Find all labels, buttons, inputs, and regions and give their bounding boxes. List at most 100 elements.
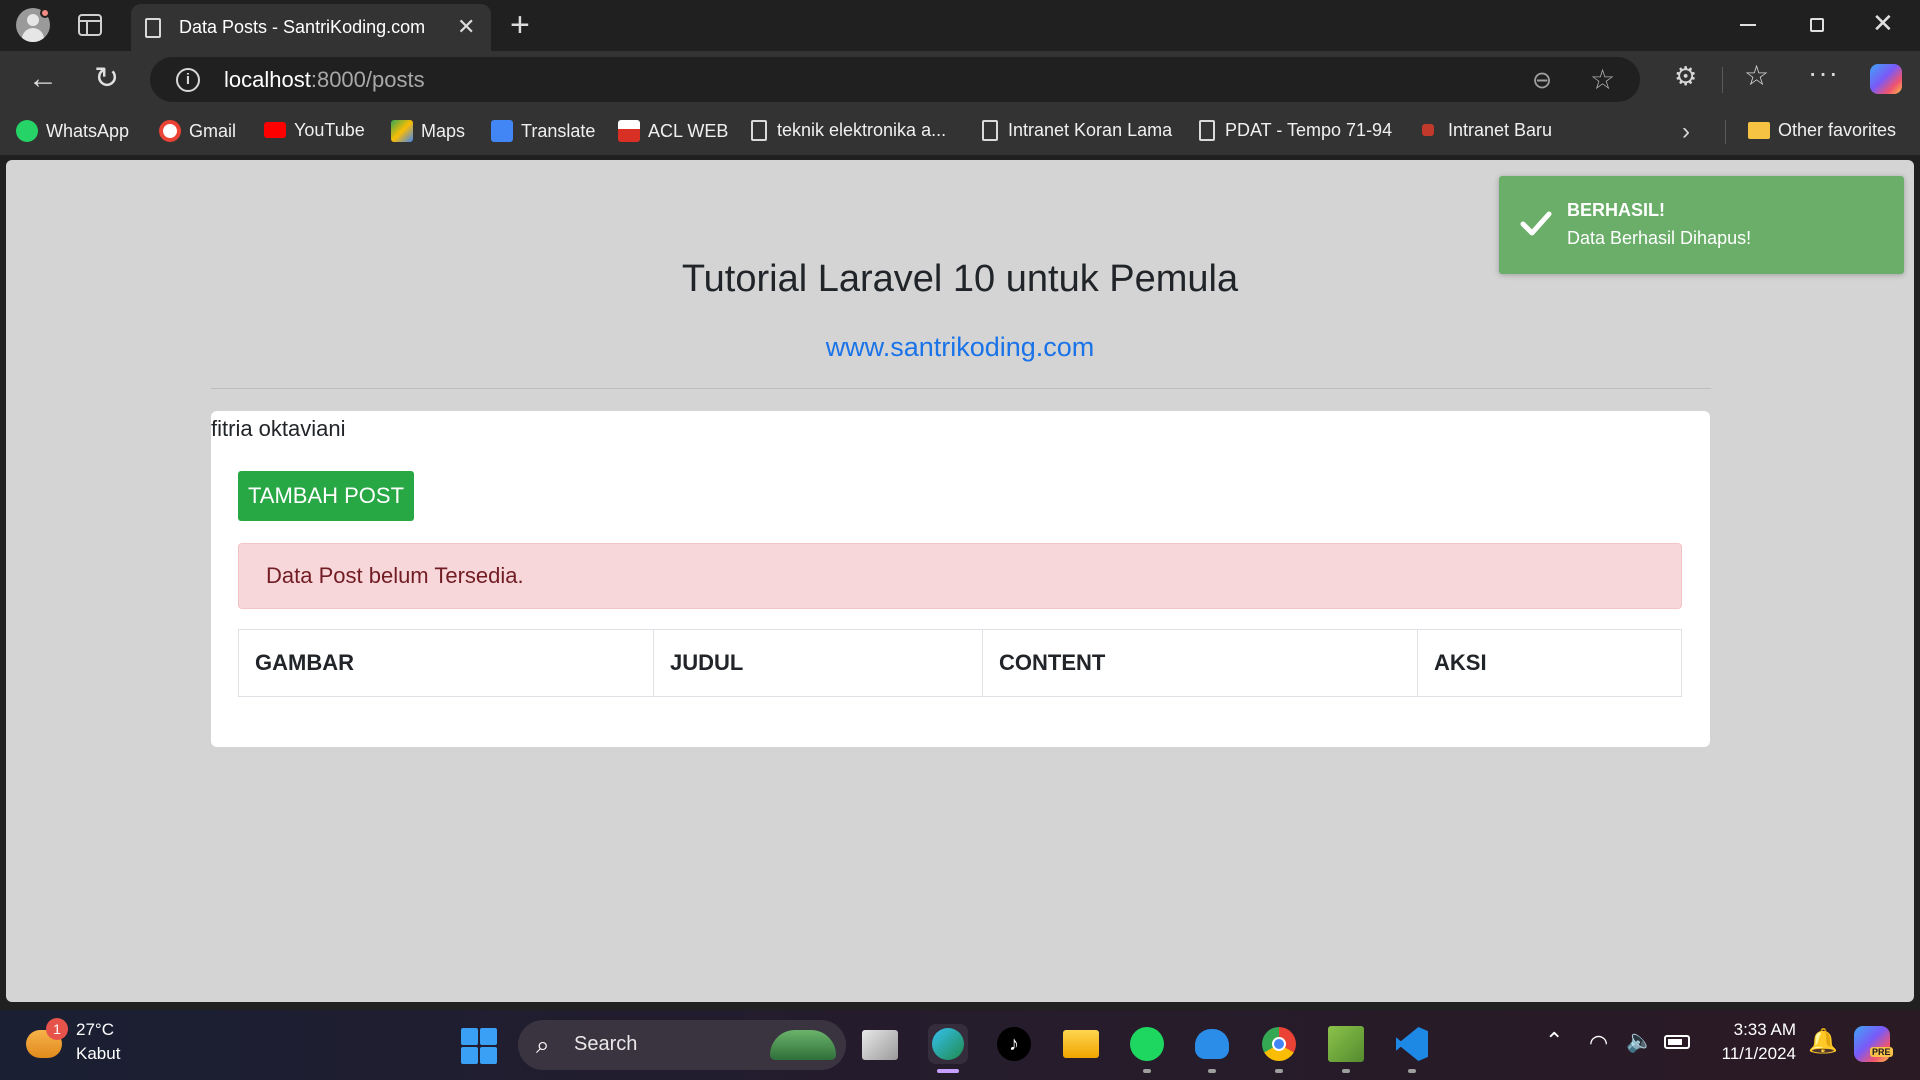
browser-toolbar: ← ↻ i localhost:8000/posts ⊖ ☆ ⚙ ☆ ···: [0, 51, 1920, 108]
bookmark-translate[interactable]: Translate: [491, 120, 595, 142]
add-post-button[interactable]: TAMBAH POST: [238, 471, 414, 521]
chrome-running-indicator: [1275, 1069, 1283, 1073]
notification-bell-icon[interactable]: 🔔: [1808, 1027, 1838, 1056]
search-label: Search: [574, 1033, 638, 1055]
bookmark-intranet-baru[interactable]: Intranet Baru: [1422, 120, 1552, 141]
translate-icon: [491, 120, 513, 142]
extensions-icon[interactable]: ⚙: [1674, 61, 1697, 92]
success-toast[interactable]: BERHASIL! Data Berhasil Dihapus!: [1499, 176, 1904, 274]
column-header-gambar: GAMBAR: [239, 630, 654, 696]
address-bar[interactable]: i localhost:8000/posts ⊖ ☆: [150, 57, 1640, 102]
toast-title: BERHASIL!: [1567, 200, 1665, 220]
checkmark-icon: [1520, 211, 1552, 236]
bookmark-gmail[interactable]: Gmail: [159, 120, 236, 142]
username-text: fitria oktaviani: [211, 416, 346, 441]
file-icon: [1199, 120, 1215, 141]
cloud-app-icon[interactable]: [1192, 1024, 1232, 1064]
url-path: :8000/posts: [310, 67, 425, 92]
site-info-icon[interactable]: i: [176, 68, 200, 92]
search-highlight-icon: [770, 1030, 836, 1060]
restore-icon[interactable]: [1810, 18, 1824, 32]
tray-overflow-chevron-icon[interactable]: ⌃: [1545, 1028, 1563, 1054]
whatsapp-icon: [16, 120, 38, 142]
more-menu-icon[interactable]: ···: [1808, 57, 1839, 89]
vscode-running-indicator: [1408, 1069, 1416, 1073]
copilot-icon[interactable]: [1870, 64, 1902, 94]
url-host: localhost: [224, 67, 311, 92]
start-windows-icon[interactable]: [461, 1028, 497, 1064]
file-icon: [982, 120, 998, 141]
bookmark-other-favorites[interactable]: Other favorites: [1748, 120, 1896, 141]
chrome-app-icon[interactable]: [1259, 1024, 1299, 1064]
bookmarks-divider: [1725, 120, 1726, 144]
copilot-pre-badge: PRE: [1870, 1047, 1893, 1057]
column-header-aksi: AKSI: [1434, 650, 1487, 675]
taskbar-search[interactable]: ⌕ Search: [518, 1020, 846, 1070]
reload-icon[interactable]: ↻: [94, 61, 119, 96]
weather-temperature[interactable]: 27°C: [76, 1020, 114, 1040]
weather-badge: 1: [46, 1018, 68, 1040]
maps-icon: [391, 120, 413, 142]
weather-condition[interactable]: Kabut: [76, 1044, 120, 1064]
file-explorer-icon[interactable]: [1061, 1024, 1101, 1064]
bookmark-maps[interactable]: Maps: [391, 120, 465, 142]
bookmarks-overflow-chevron-icon[interactable]: ›: [1682, 118, 1690, 146]
volume-icon[interactable]: 🔈: [1626, 1028, 1653, 1054]
bookmark-intranet-koran-lama[interactable]: Intranet Koran Lama: [982, 120, 1172, 141]
google-icon: [159, 120, 181, 142]
file-icon: [751, 120, 767, 141]
vscode-app-icon[interactable]: [1392, 1024, 1432, 1064]
taskbar: 1 27°C Kabut ⌕ Search ♪ ⌃ ◠ 🔈 3:33 AM 11…: [0, 1010, 1920, 1080]
spotify-running-indicator: [1143, 1069, 1151, 1073]
empty-data-alert: Data Post belum Tersedia.: [238, 543, 1682, 609]
bookmark-pdat-tempo[interactable]: PDAT - Tempo 71-94: [1199, 120, 1392, 141]
cloud-app-running-indicator: [1208, 1069, 1216, 1073]
battery-icon[interactable]: [1664, 1035, 1690, 1049]
bookmark-teknik-elektronika[interactable]: teknik elektronika a...: [751, 120, 946, 141]
page-icon: [145, 18, 161, 38]
profile-notification-dot: [40, 8, 50, 18]
favorites-icon[interactable]: ☆: [1744, 59, 1769, 92]
xampp-app-icon[interactable]: [1326, 1024, 1366, 1064]
column-header-judul: JUDUL: [654, 630, 983, 696]
clock-date[interactable]: 11/1/2024: [1706, 1044, 1796, 1064]
bookmark-whatsapp[interactable]: WhatsApp: [16, 120, 129, 142]
bookmarks-bar: WhatsApp Gmail YouTube Maps Translate AC…: [0, 108, 1920, 155]
site-link[interactable]: www.santrikoding.com: [6, 332, 1914, 363]
posts-table-header: GAMBAR JUDUL CONTENT AKSI: [238, 629, 1682, 697]
tiktok-app-icon[interactable]: ♪: [994, 1024, 1034, 1064]
search-icon: ⌕: [536, 1032, 550, 1059]
bookmark-youtube[interactable]: YouTube: [264, 120, 365, 141]
favorite-star-icon[interactable]: ☆: [1590, 63, 1615, 96]
wifi-icon[interactable]: ◠: [1589, 1030, 1608, 1056]
tab-title: Data Posts - SantriKoding.com: [179, 17, 426, 37]
bookmark-acl-web[interactable]: ACL WEB: [618, 120, 728, 142]
new-tab-icon[interactable]: +: [510, 6, 530, 45]
divider: [211, 388, 1711, 389]
title-bar: Data Posts - SantriKoding.com ✕ + ✕: [0, 0, 1920, 51]
edge-app-icon[interactable]: [928, 1024, 968, 1064]
task-view-icon[interactable]: [862, 1030, 898, 1060]
url-text[interactable]: localhost:8000/posts: [224, 67, 425, 93]
toolbar-divider: [1722, 67, 1723, 93]
tab-actions-icon[interactable]: [78, 14, 102, 36]
tab-close-icon[interactable]: ✕: [457, 14, 475, 40]
window-close-icon[interactable]: ✕: [1872, 8, 1894, 39]
copilot-taskbar-icon[interactable]: PRE: [1854, 1026, 1893, 1062]
intranet-icon: [1422, 124, 1434, 136]
back-arrow-icon[interactable]: ←: [28, 62, 58, 96]
page-viewport: Tutorial Laravel 10 untuk Pemula www.san…: [6, 160, 1914, 1002]
youtube-icon: [264, 122, 286, 138]
folder-icon: [1748, 122, 1770, 139]
edge-running-indicator: [937, 1069, 959, 1073]
acl-icon: [618, 120, 640, 142]
column-header-content: CONTENT: [983, 630, 1418, 696]
xampp-running-indicator: [1342, 1069, 1350, 1073]
clock-time[interactable]: 3:33 AM: [1716, 1020, 1796, 1040]
posts-card: fitria oktaviani TAMBAH POST Data Post b…: [211, 411, 1710, 747]
browser-tab[interactable]: Data Posts - SantriKoding.com ✕: [131, 4, 491, 51]
toast-message: Data Berhasil Dihapus!: [1567, 228, 1752, 248]
zoom-out-icon[interactable]: ⊖: [1532, 66, 1552, 95]
minimize-icon[interactable]: [1740, 24, 1756, 26]
spotify-app-icon[interactable]: [1127, 1024, 1167, 1064]
